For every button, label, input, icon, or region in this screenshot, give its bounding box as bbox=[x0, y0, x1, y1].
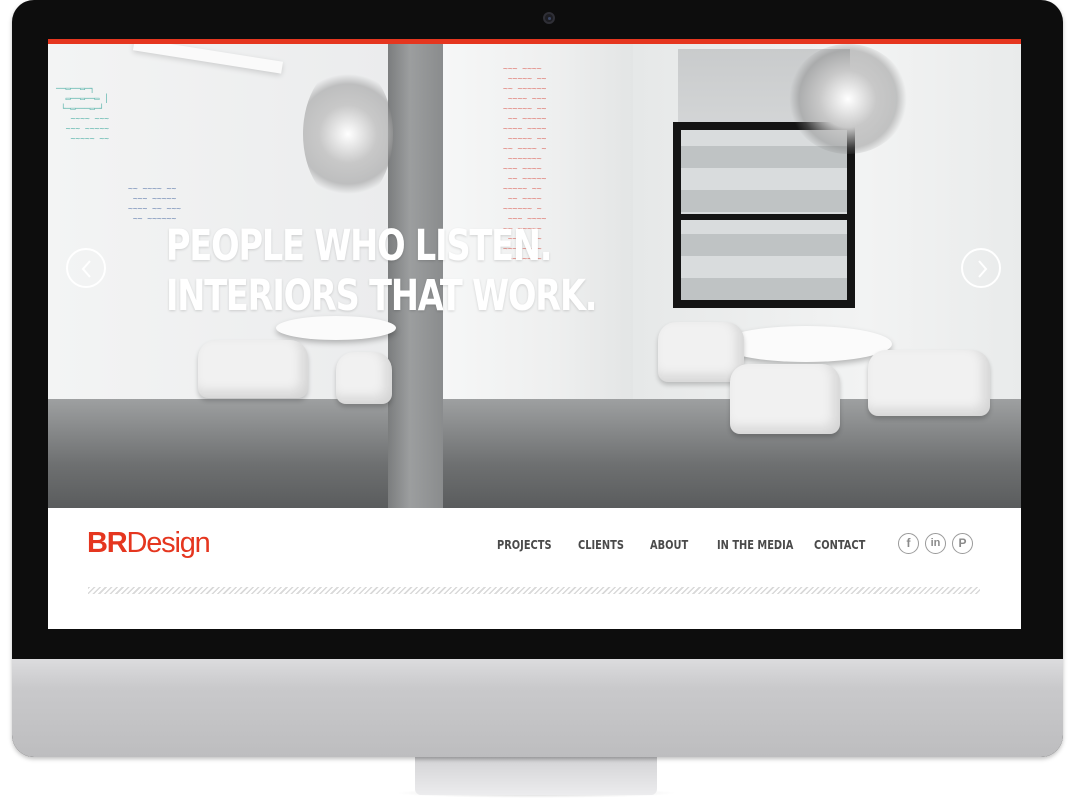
hero-image-chair bbox=[868, 350, 990, 416]
hero-image-chair bbox=[730, 364, 840, 434]
hero-image-chandelier bbox=[303, 64, 393, 204]
hero-slider: ──▭──▭─┐ ▭──▭──▭ │ └─▭───▭─┘ ~~~~ ~~~ ~~… bbox=[48, 44, 1021, 508]
hero-headline: PEOPLE WHO LISTEN. INTERIORS THAT WORK. bbox=[166, 221, 598, 321]
nav-item-in-the-media[interactable]: IN THE MEDIA bbox=[717, 538, 793, 552]
hero-image-chandelier bbox=[788, 44, 908, 154]
pinterest-icon[interactable]: P bbox=[952, 533, 973, 554]
hero-image-whiteboard-writing: ~~ ~~~~ ~~ ~~~ ~~~~~ ~~~~ ~~ ~~~ ~~ ~~~~… bbox=[128, 184, 181, 223]
nav-item-about[interactable]: ABOUT bbox=[650, 538, 688, 552]
hero-headline-line1: PEOPLE WHO LISTEN. bbox=[166, 221, 553, 271]
nav-item-clients[interactable]: CLIENTS bbox=[578, 538, 624, 552]
hero-headline-line2: INTERIORS THAT WORK. bbox=[166, 271, 598, 321]
brand-logo[interactable]: BRDesign bbox=[87, 527, 211, 560]
nav-item-projects[interactable]: PROJECTS bbox=[497, 538, 552, 552]
hero-image-whiteboard-writing: ──▭──▭─┐ ▭──▭──▭ │ └─▭───▭─┘ ~~~~ ~~~ ~~… bbox=[56, 84, 109, 143]
monitor-chin bbox=[12, 659, 1063, 757]
brand-logo-design: Design bbox=[126, 527, 211, 559]
hatched-divider bbox=[88, 587, 980, 594]
hero-image-table bbox=[720, 326, 892, 362]
camera-icon bbox=[543, 12, 555, 24]
nav-item-contact[interactable]: CONTACT bbox=[814, 538, 865, 552]
slider-prev-button[interactable] bbox=[66, 248, 106, 288]
hero-image-chair bbox=[336, 352, 392, 404]
chevron-left-icon bbox=[81, 260, 91, 278]
facebook-icon[interactable]: f bbox=[898, 533, 919, 554]
slider-next-button[interactable] bbox=[961, 248, 1001, 288]
screen: ──▭──▭─┐ ▭──▭──▭ │ └─▭───▭─┘ ~~~~ ~~~ ~~… bbox=[48, 39, 1021, 629]
brand-logo-br: BR bbox=[87, 527, 128, 559]
chevron-right-icon bbox=[978, 260, 988, 278]
linkedin-icon[interactable]: in bbox=[925, 533, 946, 554]
hero-image-chair bbox=[198, 340, 308, 398]
